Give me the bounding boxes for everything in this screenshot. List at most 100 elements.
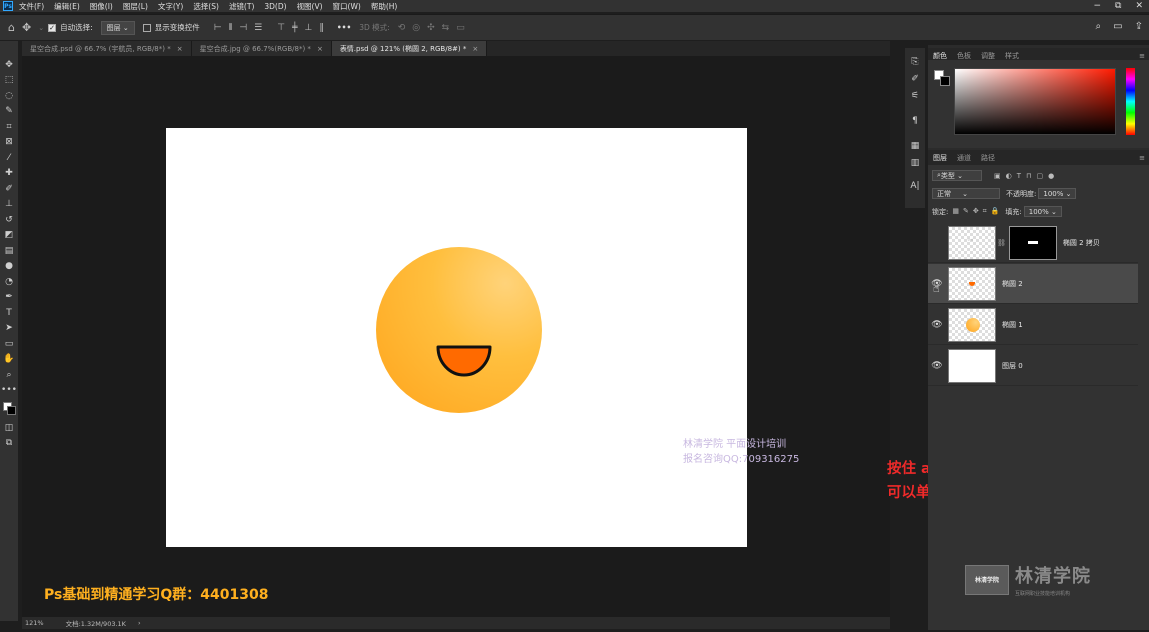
history-panel-icon[interactable]: ⎘: [908, 54, 922, 70]
layer-name[interactable]: 椭圆 1: [1002, 320, 1023, 330]
menu-3d[interactable]: 3D(D): [264, 2, 286, 11]
crop-tool-icon[interactable]: ⌗: [2, 119, 16, 135]
tab-color[interactable]: 颜色: [928, 51, 952, 61]
tab-paths[interactable]: 路径: [976, 153, 1000, 163]
home-icon[interactable]: ⌂: [8, 21, 15, 34]
show-transform-checkbox[interactable]: 显示变换控件: [142, 22, 200, 33]
libraries-icon[interactable]: ▥: [908, 155, 922, 171]
minimize-button[interactable]: −: [1093, 1, 1101, 11]
layer-name[interactable]: 椭圆 2 拷贝: [1063, 238, 1100, 248]
menu-select[interactable]: 选择(S): [193, 1, 219, 12]
background-swatch[interactable]: [7, 406, 16, 415]
layer-name[interactable]: 椭圆 2: [1002, 279, 1023, 289]
layer-filter-dropdown[interactable]: ⌕ 类型 ⌄: [932, 170, 982, 181]
brush-settings-icon[interactable]: ✐: [908, 71, 922, 87]
close-button[interactable]: ✕: [1135, 1, 1143, 11]
eraser-tool-icon[interactable]: ◩: [2, 228, 16, 244]
zoom-tool-icon[interactable]: ⌕: [2, 367, 16, 383]
move-tool-icon[interactable]: ✥: [2, 57, 16, 73]
shape-tool-icon[interactable]: ▭: [2, 336, 16, 352]
3d-scale-icon[interactable]: ▭: [456, 23, 465, 33]
align-top-icon[interactable]: ⊤: [277, 23, 285, 33]
search-icon[interactable]: ⌕: [1096, 21, 1102, 32]
properties-icon[interactable]: ▦: [908, 138, 922, 154]
align-middle-icon[interactable]: ╪: [292, 23, 297, 33]
close-icon[interactable]: ×: [177, 45, 183, 53]
menu-edit[interactable]: 编辑(E): [54, 1, 80, 12]
status-menu-arrow[interactable]: ›: [138, 619, 141, 627]
menu-layer[interactable]: 图层(L): [123, 1, 148, 12]
close-icon[interactable]: ×: [472, 45, 478, 53]
menu-view[interactable]: 视图(V): [297, 1, 323, 12]
menu-window[interactable]: 窗口(W): [333, 1, 361, 12]
share-icon[interactable]: ⇪: [1135, 21, 1143, 32]
color-swatches[interactable]: [2, 398, 16, 420]
dodge-tool-icon[interactable]: ◔: [2, 274, 16, 290]
filter-icons[interactable]: ▣◐T⊓▢●: [994, 172, 1059, 180]
healing-brush-icon[interactable]: ✚: [2, 166, 16, 182]
visibility-toggle-empty[interactable]: [928, 238, 946, 248]
quick-mask-icon[interactable]: ◫: [2, 420, 16, 436]
layer-mask-thumbnail[interactable]: [1008, 225, 1057, 260]
color-picker-field[interactable]: [954, 68, 1116, 135]
auto-select-dropdown[interactable]: 图层 ⌄: [100, 20, 135, 35]
eyedropper-tool-icon[interactable]: ⁄: [2, 150, 16, 166]
frame-tool-icon[interactable]: ⊠: [2, 135, 16, 151]
edit-toolbar-icon[interactable]: •••: [1, 383, 17, 399]
blur-tool-icon[interactable]: ●: [2, 259, 16, 275]
background-color-swatch[interactable]: [940, 76, 950, 86]
menu-file[interactable]: 文件(F): [19, 1, 44, 12]
tab-layers[interactable]: 图层: [928, 153, 952, 163]
tab-adjustments[interactable]: 调整: [976, 51, 1000, 61]
menu-image[interactable]: 图像(I): [90, 1, 113, 12]
move-tool-icon[interactable]: ✥: [22, 21, 31, 34]
mask-link-icon[interactable]: ⛓: [997, 239, 1006, 247]
panel-menu-icon[interactable]: ≡: [1139, 52, 1145, 60]
align-center-h-icon[interactable]: ⫴: [229, 23, 233, 33]
distribute-icon[interactable]: ☰: [254, 23, 262, 33]
panel-menu-icon[interactable]: ≡: [1139, 154, 1145, 162]
paragraph-icon[interactable]: ¶: [908, 113, 922, 129]
stamp-tool-icon[interactable]: ⊥: [2, 197, 16, 213]
menu-filter[interactable]: 滤镜(T): [229, 1, 254, 12]
layer-row-ellipse1[interactable]: 👁 椭圆 1: [928, 305, 1138, 345]
3d-roll-icon[interactable]: ◎: [412, 23, 420, 33]
lasso-tool-icon[interactable]: ◌: [2, 88, 16, 104]
lock-icons[interactable]: ▦✎✥⌗🔒: [952, 207, 1003, 216]
hue-slider[interactable]: [1126, 68, 1135, 135]
type-tool-icon[interactable]: T: [2, 305, 16, 321]
gradient-tool-icon[interactable]: ▤: [2, 243, 16, 259]
tab-starry-psd[interactable]: 星空合成.psd @ 66.7% (宇航员, RGB/8*) * ×: [22, 41, 192, 56]
layer-row-ellipse2[interactable]: 👁 椭圆 2: [928, 264, 1138, 304]
align-left-icon[interactable]: ⊢: [214, 23, 222, 33]
tab-starry-jpg[interactable]: 星空合成.jpg @ 66.7%(RGB/8*) * ×: [191, 41, 332, 56]
path-select-icon[interactable]: ➤: [2, 321, 16, 337]
close-icon[interactable]: ×: [317, 45, 323, 53]
opacity-input[interactable]: 100% ⌄: [1038, 188, 1077, 199]
align-bottom-icon[interactable]: ⊥: [305, 23, 313, 33]
tab-swatches[interactable]: 色板: [952, 51, 976, 61]
adjust-icon[interactable]: ⚟: [908, 88, 922, 104]
restore-button[interactable]: ⧉: [1115, 1, 1121, 11]
blend-mode-dropdown[interactable]: 正常 ⌄: [932, 188, 1000, 199]
zoom-level[interactable]: 121%: [25, 619, 44, 627]
workspace-icon[interactable]: ▭: [1113, 21, 1122, 32]
quick-select-tool-icon[interactable]: ✎: [2, 104, 16, 120]
tab-channels[interactable]: 通道: [952, 153, 976, 163]
pen-tool-icon[interactable]: ✒: [2, 290, 16, 306]
screen-mode-icon[interactable]: ⧉: [2, 436, 16, 452]
fill-input[interactable]: 100% ⌄: [1023, 206, 1062, 217]
layer-row-ellipse2-copy[interactable]: ◦◦ ⛓ 椭圆 2 拷贝: [928, 223, 1138, 263]
history-brush-icon[interactable]: ↺: [2, 212, 16, 228]
chevron-down-icon[interactable]: ⌄: [38, 24, 44, 32]
align-right-icon[interactable]: ⊣: [239, 23, 247, 33]
3d-pan-icon[interactable]: ✣: [427, 23, 435, 33]
eye-icon[interactable]: 👁: [928, 361, 946, 371]
marquee-tool-icon[interactable]: ⬚: [2, 73, 16, 89]
layer-row-layer0[interactable]: 👁 图层 0: [928, 346, 1138, 386]
tab-emoji-psd[interactable]: 表情.psd @ 121% (椭圆 2, RGB/8#) * ×: [331, 41, 488, 56]
distribute-v-icon[interactable]: ‖: [319, 23, 324, 33]
document-canvas[interactable]: [166, 128, 747, 547]
brush-tool-icon[interactable]: ✐: [2, 181, 16, 197]
menu-type[interactable]: 文字(Y): [158, 1, 183, 12]
